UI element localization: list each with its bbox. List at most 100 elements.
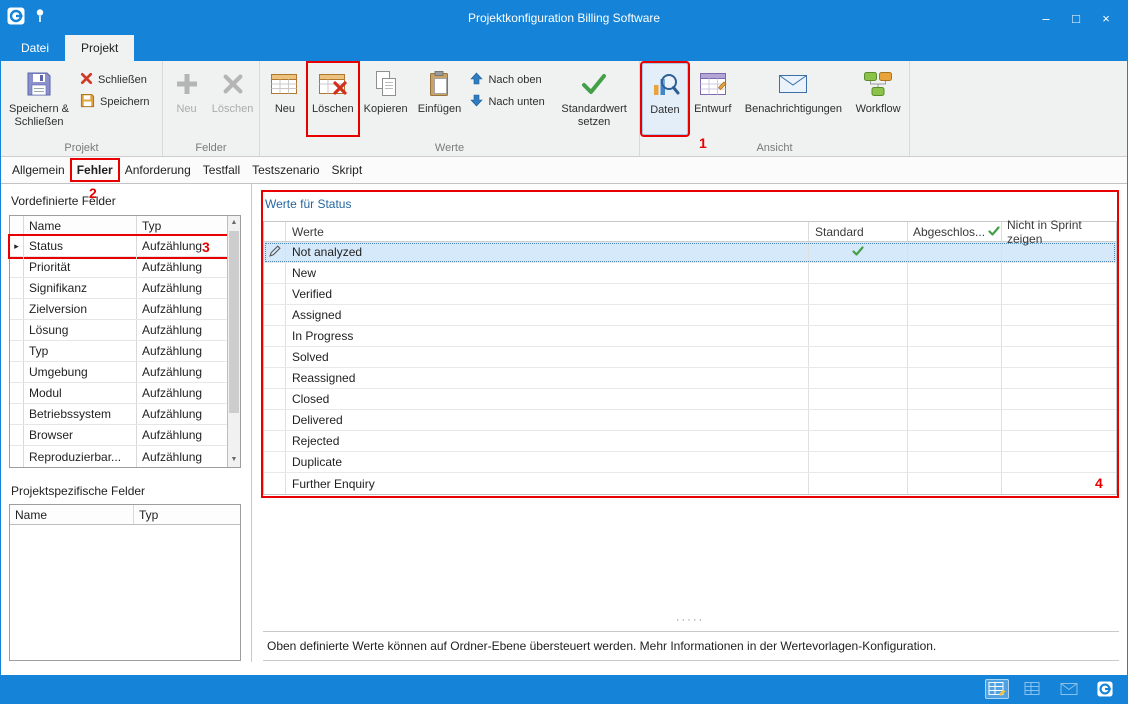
save-and-close-label: Speichern & Schließen <box>3 103 75 129</box>
cell-field-typ: Aufzählung <box>137 383 227 403</box>
field-row[interactable]: BetriebssystemAufzählung <box>10 404 227 425</box>
value-row[interactable]: In Progress <box>264 326 1116 347</box>
save-project-button[interactable]: Speichern <box>77 93 153 111</box>
paste-button[interactable]: Einfügen <box>414 63 466 135</box>
design-view-button[interactable]: Entwurf <box>688 63 738 135</box>
tab-fehler[interactable]: Fehler <box>72 160 118 180</box>
tab-skript[interactable]: Skript <box>327 160 368 180</box>
save-and-close-button[interactable]: Speichern & Schließen <box>3 63 75 135</box>
value-row[interactable]: Verified <box>264 284 1116 305</box>
column-header-typ[interactable]: Typ <box>137 216 227 235</box>
value-row[interactable]: Delivered <box>264 410 1116 431</box>
data-view-label: Daten <box>650 104 679 117</box>
cell-field-typ: Aufzählung <box>137 236 227 256</box>
notifications-label: Benachrichtigungen <box>745 103 842 116</box>
column-header-name[interactable]: Name <box>10 505 134 524</box>
field-row[interactable]: TypAufzählung <box>10 341 227 362</box>
tab-allgemein[interactable]: Allgemein <box>7 160 70 180</box>
predefined-fields-label: Vordefinierte Felder <box>11 194 116 208</box>
cell-field-name: Lösung <box>24 320 137 340</box>
cell-value: Further Enquiry <box>286 473 809 494</box>
tab-testfall[interactable]: Testfall <box>198 160 245 180</box>
cell-field-name: Typ <box>24 341 137 361</box>
cell-field-name: Reproduzierbar... <box>24 446 137 467</box>
column-header-abgeschlossen[interactable]: Abgeschlos... <box>908 222 1002 241</box>
field-row[interactable]: PrioritätAufzählung <box>10 257 227 278</box>
statusbar-data-view-icon[interactable] <box>985 679 1009 699</box>
value-row[interactable]: Further Enquiry <box>264 473 1116 494</box>
move-up-button[interactable]: Nach oben <box>467 71 551 89</box>
save-project-label: Speichern <box>100 96 150 108</box>
field-row[interactable]: Reproduzierbar...Aufzählung <box>10 446 227 467</box>
notifications-button[interactable]: Benachrichtigungen <box>738 63 850 135</box>
field-row[interactable]: LösungAufzählung <box>10 320 227 341</box>
set-default-button[interactable]: Standardwert setzen <box>551 63 637 135</box>
close-window-button[interactable]: × <box>1091 5 1121 31</box>
value-row[interactable]: Solved <box>264 347 1116 368</box>
delete-value-button[interactable]: Löschen <box>308 63 358 135</box>
project-specific-fields-label: Projektspezifische Felder <box>11 484 145 498</box>
minimize-button[interactable]: – <box>1031 5 1061 31</box>
scroll-down-icon[interactable]: ▼ <box>228 453 240 467</box>
field-row[interactable]: UmgebungAufzählung <box>10 362 227 383</box>
new-value-button[interactable]: Neu <box>262 63 308 135</box>
main-content: Vordefinierte Felder Name Typ ▸ Status A… <box>1 184 1127 677</box>
column-header-standard[interactable]: Standard <box>809 222 908 241</box>
splitter-handle[interactable]: ····· <box>259 614 1121 626</box>
value-row[interactable]: New <box>264 263 1116 284</box>
pin-icon[interactable] <box>34 8 46 28</box>
close-project-button[interactable]: Schließen <box>77 71 153 89</box>
cell-field-typ: Aufzählung <box>137 299 227 319</box>
delete-field-button[interactable]: Löschen <box>208 63 257 135</box>
move-down-button[interactable]: Nach unten <box>467 93 551 111</box>
data-view-button[interactable]: Daten <box>642 63 688 135</box>
cell-value: Delivered <box>286 410 809 430</box>
column-header-sprint[interactable]: Nicht in Sprint zeigen <box>1002 222 1116 241</box>
group-label-felder: Felder <box>163 142 259 154</box>
workflow-button[interactable]: Workflow <box>849 63 907 135</box>
cell-value: Closed <box>286 389 809 409</box>
value-row[interactable]: Assigned <box>264 305 1116 326</box>
value-row[interactable]: Rejected <box>264 431 1116 452</box>
value-row[interactable]: Duplicate <box>264 452 1116 473</box>
column-header-werte[interactable]: Werte <box>286 222 809 241</box>
copy-button[interactable]: Kopieren <box>358 63 414 135</box>
titlebar: Projektkonfiguration Billing Software – … <box>1 1 1127 35</box>
column-header-name[interactable]: Name <box>24 216 137 235</box>
new-field-button[interactable]: Neu <box>165 63 208 135</box>
envelope-icon <box>778 65 808 103</box>
field-row-status[interactable]: ▸ Status Aufzählung <box>10 236 227 257</box>
scroll-up-icon[interactable]: ▲ <box>228 216 240 230</box>
tab-datei[interactable]: Datei <box>5 35 65 61</box>
field-row[interactable]: ZielversionAufzählung <box>10 299 227 320</box>
value-row[interactable]: Reassigned <box>264 368 1116 389</box>
maximize-button[interactable]: □ <box>1061 5 1091 31</box>
save-small-icon <box>80 93 95 111</box>
new-table-icon <box>270 65 300 103</box>
value-row[interactable]: Closed <box>264 389 1116 410</box>
document-tab-bar: Allgemein Fehler Anforderung Testfall Te… <box>1 157 1127 184</box>
cell-value: Not analyzed <box>286 242 809 262</box>
gray-cross-icon <box>221 65 245 103</box>
tab-testszenario[interactable]: Testszenario <box>247 160 324 180</box>
delete-table-icon <box>318 65 348 103</box>
fields-table-header: Name Typ <box>10 216 227 236</box>
panel-divider[interactable] <box>251 184 252 662</box>
vertical-scrollbar[interactable]: ▲ ▼ <box>227 216 240 467</box>
cell-value: Rejected <box>286 431 809 451</box>
value-row-not-analyzed[interactable]: Not analyzed <box>264 242 1116 263</box>
field-row[interactable]: BrowserAufzählung <box>10 425 227 446</box>
values-table: Werte Standard Abgeschlos... Nicht in Sp… <box>263 221 1117 495</box>
tab-projekt[interactable]: Projekt <box>65 35 134 61</box>
paste-icon <box>427 65 453 103</box>
tab-anforderung[interactable]: Anforderung <box>120 160 196 180</box>
field-row[interactable]: SignifikanzAufzählung <box>10 278 227 299</box>
scrollbar-thumb[interactable] <box>229 231 239 413</box>
statusbar-notifications-icon[interactable] <box>1057 679 1081 699</box>
copy-icon <box>373 65 399 103</box>
statusbar-design-view-icon[interactable] <box>1021 679 1045 699</box>
cell-field-typ: Aufzählung <box>137 425 227 445</box>
column-header-typ[interactable]: Typ <box>134 505 240 524</box>
cell-field-typ: Aufzählung <box>137 446 227 467</box>
field-row[interactable]: ModulAufzählung <box>10 383 227 404</box>
